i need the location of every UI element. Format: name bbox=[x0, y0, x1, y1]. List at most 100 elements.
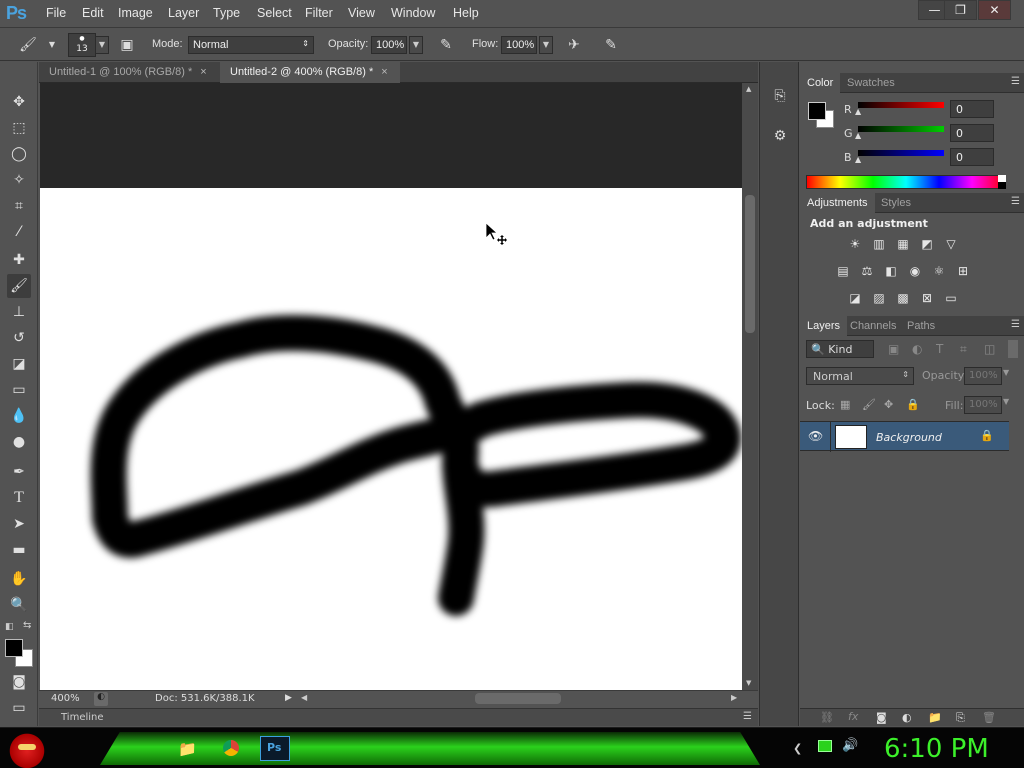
opacity-dropdown-icon[interactable]: ▼ bbox=[409, 36, 423, 54]
filter-adjustment-icon[interactable]: ◐ bbox=[912, 342, 922, 356]
pressure-opacity-icon[interactable]: ✎ bbox=[436, 35, 456, 55]
color-lookup-icon[interactable]: ⊞ bbox=[954, 263, 972, 279]
scroll-up-icon[interactable]: ▲ bbox=[746, 85, 751, 93]
close-button[interactable]: ✕ bbox=[978, 0, 1011, 20]
tab-untitled-1[interactable]: Untitled-1 @ 100% (RGB/8) * × bbox=[39, 62, 220, 83]
vibrance-icon[interactable]: ▽ bbox=[942, 236, 960, 252]
quick-selection-tool-icon[interactable]: ✧ bbox=[7, 168, 31, 192]
taskbar-clock[interactable]: 6:10 PM bbox=[884, 734, 989, 764]
scroll-right-icon[interactable]: ▶ bbox=[731, 693, 737, 702]
tab-styles[interactable]: Styles bbox=[874, 193, 918, 213]
panel-menu-icon[interactable]: ☰ bbox=[1011, 196, 1020, 207]
new-layer-icon[interactable]: ⎘ bbox=[956, 711, 965, 725]
status-options-icon[interactable]: ◐ bbox=[94, 692, 108, 706]
channel-mixer-icon[interactable]: ⚛ bbox=[930, 263, 948, 279]
new-group-icon[interactable]: 📁 bbox=[928, 711, 942, 724]
posterize-icon[interactable]: ▨ bbox=[870, 290, 888, 306]
tab-layers[interactable]: Layers bbox=[800, 316, 848, 336]
horizontal-scroll-thumb[interactable] bbox=[475, 693, 561, 704]
panel-menu-icon[interactable]: ☰ bbox=[1011, 76, 1020, 87]
color-balance-icon[interactable]: ⚖ bbox=[858, 263, 876, 279]
channel-r-slider[interactable] bbox=[858, 102, 944, 108]
layer-row-background[interactable]: 👁 Background 🔒 bbox=[800, 421, 1009, 452]
menu-layer[interactable]: Layer bbox=[168, 6, 199, 20]
filter-type-icon[interactable]: T bbox=[936, 342, 943, 356]
properties-panel-icon[interactable]: ⚙ bbox=[770, 128, 790, 148]
slider-thumb-icon[interactable]: ▲ bbox=[855, 131, 861, 140]
brush-preset-dropdown-icon[interactable]: ▼ bbox=[42, 35, 62, 55]
lasso-tool-icon[interactable]: ◯ bbox=[7, 142, 31, 166]
color-panel-foreground-swatch[interactable] bbox=[808, 102, 826, 120]
history-brush-tool-icon[interactable]: ↺ bbox=[7, 326, 31, 350]
brush-tool-icon[interactable]: 🖌 bbox=[7, 274, 31, 298]
layer-opacity-dropdown-icon[interactable]: ▼ bbox=[1003, 368, 1009, 377]
filter-pixel-icon[interactable]: ▣ bbox=[888, 342, 899, 356]
lock-image-icon[interactable]: 🖌 bbox=[862, 398, 876, 411]
menu-image[interactable]: Image bbox=[118, 6, 153, 20]
status-menu-arrow-icon[interactable]: ▶ bbox=[285, 693, 292, 703]
zoom-level[interactable]: 400% bbox=[51, 693, 80, 704]
color-spectrum-bar[interactable] bbox=[806, 175, 1006, 189]
close-icon[interactable]: × bbox=[381, 66, 387, 78]
scroll-down-icon[interactable]: ▼ bbox=[746, 679, 751, 687]
tab-channels[interactable]: Channels bbox=[843, 316, 903, 336]
lock-all-icon[interactable]: 🔒 bbox=[906, 398, 920, 411]
menu-type[interactable]: Type bbox=[213, 6, 240, 20]
brush-preset-icon[interactable]: 🖌 bbox=[18, 35, 38, 55]
opacity-input[interactable]: 100% bbox=[371, 36, 407, 54]
tab-untitled-2[interactable]: Untitled-2 @ 400% (RGB/8) * × bbox=[220, 62, 400, 83]
slider-thumb-icon[interactable]: ▲ bbox=[855, 107, 861, 116]
folder-icon[interactable]: 📁 bbox=[178, 740, 197, 758]
spectrum-white-patch[interactable] bbox=[998, 175, 1006, 182]
slider-thumb-icon[interactable]: ▲ bbox=[855, 155, 861, 164]
healing-brush-tool-icon[interactable]: ✚ bbox=[7, 248, 31, 272]
menu-help[interactable]: Help bbox=[453, 6, 479, 20]
default-colors-icon[interactable]: ◧ bbox=[5, 622, 14, 632]
invert-icon[interactable]: ◪ bbox=[846, 290, 864, 306]
layer-blend-mode-select[interactable]: Normal ⇕ bbox=[806, 367, 914, 385]
fill-input[interactable]: 100% bbox=[964, 396, 1002, 414]
menu-view[interactable]: View bbox=[348, 6, 375, 20]
close-icon[interactable]: × bbox=[200, 66, 206, 78]
zoom-tool-icon[interactable]: 🔍 bbox=[7, 593, 31, 617]
toggle-brush-panel-icon[interactable]: ▣ bbox=[117, 35, 137, 55]
layer-filter-select[interactable]: 🔍 Kind bbox=[806, 340, 874, 358]
layer-name[interactable]: Background bbox=[876, 431, 942, 444]
taskbar-photoshop-button[interactable]: Ps bbox=[260, 736, 290, 761]
filter-toggle[interactable] bbox=[1008, 340, 1018, 358]
hue-saturation-icon[interactable]: ▤ bbox=[834, 263, 852, 279]
scroll-left-icon[interactable]: ◀ bbox=[301, 693, 307, 702]
tab-paths[interactable]: Paths bbox=[900, 316, 942, 336]
menu-file[interactable]: File bbox=[46, 6, 66, 20]
layer-opacity-input[interactable]: 100% bbox=[964, 367, 1002, 385]
blur-tool-icon[interactable]: 💧 bbox=[7, 404, 31, 428]
brush-size-dropdown-icon[interactable]: ▼ bbox=[95, 36, 109, 54]
channel-r-input[interactable]: 0 bbox=[950, 100, 994, 118]
flow-dropdown-icon[interactable]: ▼ bbox=[539, 36, 553, 54]
path-selection-tool-icon[interactable]: ➤ bbox=[7, 512, 31, 536]
quick-mask-icon[interactable]: ◙ bbox=[7, 670, 31, 694]
foreground-color-swatch[interactable] bbox=[5, 639, 23, 657]
history-panel-icon[interactable]: ⎘ bbox=[770, 88, 790, 108]
link-layers-icon[interactable]: ⛓ bbox=[820, 711, 834, 724]
restore-button[interactable]: ❐ bbox=[944, 0, 977, 20]
type-tool-icon[interactable]: T bbox=[7, 486, 31, 510]
crop-tool-icon[interactable]: ⌗ bbox=[7, 194, 31, 218]
channel-g-input[interactable]: 0 bbox=[950, 124, 994, 142]
trash-icon[interactable]: 🗑 bbox=[982, 711, 996, 724]
pressure-size-icon[interactable]: ✎ bbox=[601, 35, 621, 55]
flow-input[interactable]: 100% bbox=[501, 36, 537, 54]
fill-dropdown-icon[interactable]: ▼ bbox=[1003, 397, 1009, 406]
canvas-area[interactable] bbox=[40, 83, 742, 690]
document-canvas[interactable] bbox=[40, 188, 742, 690]
volume-icon[interactable]: 🔊 bbox=[842, 738, 858, 753]
menu-edit[interactable]: Edit bbox=[82, 6, 104, 20]
channel-b-input[interactable]: 0 bbox=[950, 148, 994, 166]
layer-style-icon[interactable]: fx bbox=[848, 710, 858, 723]
levels-icon[interactable]: ▥ bbox=[870, 236, 888, 252]
hand-tool-icon[interactable]: ✋ bbox=[7, 567, 31, 591]
tab-color[interactable]: Color bbox=[800, 73, 841, 93]
pen-tool-icon[interactable]: ✒ bbox=[7, 460, 31, 484]
panel-menu-icon[interactable]: ☰ bbox=[743, 711, 752, 722]
brush-size-picker[interactable]: ● 13 bbox=[68, 33, 96, 57]
